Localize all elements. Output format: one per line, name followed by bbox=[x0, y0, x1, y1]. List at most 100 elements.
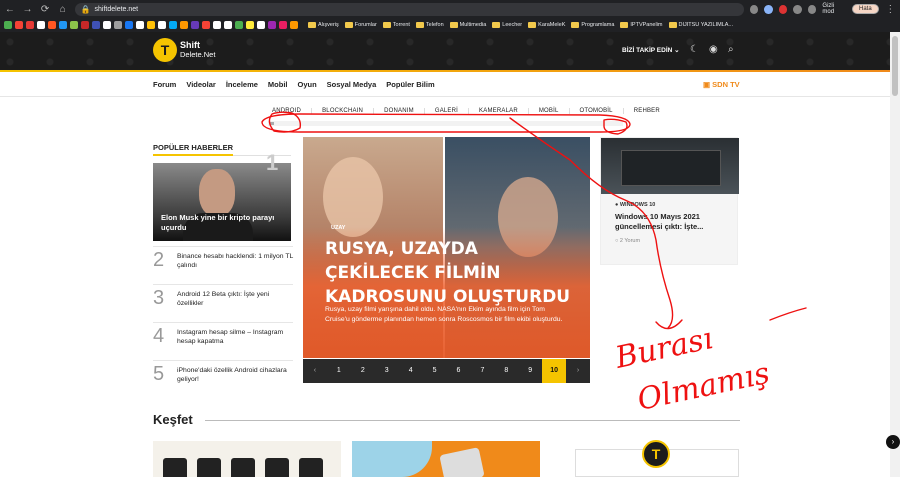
user-icon[interactable]: ◉ bbox=[709, 44, 718, 55]
bookmark-folder[interactable]: Programlama bbox=[571, 22, 614, 28]
bookmark-favicon-icon[interactable] bbox=[103, 21, 111, 29]
bookmark-favicon-icon[interactable] bbox=[224, 21, 232, 29]
eye-off-icon[interactable] bbox=[749, 4, 759, 14]
popular-item[interactable]: 2 Binance hesabı hacklendi: 1 milyon TL ç… bbox=[153, 246, 293, 278]
bookmark-favicon-icon[interactable] bbox=[4, 21, 12, 29]
page-button[interactable]: 9 bbox=[518, 359, 542, 383]
bookmark-favicon-icon[interactable] bbox=[180, 21, 188, 29]
subnav-item[interactable]: BLOCKCHAIN bbox=[312, 108, 375, 114]
bookmark-favicon-icon[interactable] bbox=[114, 21, 122, 29]
subnav-item[interactable]: KAMERALAR bbox=[469, 108, 529, 114]
page-scrollbar-thumb[interactable] bbox=[892, 36, 898, 96]
floating-action-button[interactable]: › bbox=[886, 435, 900, 449]
main-nav-item[interactable]: Mobil bbox=[268, 80, 288, 89]
bookmark-folder[interactable]: KaraMeleK bbox=[528, 22, 565, 28]
bookmark-folder[interactable]: DIJITSU YAZILIMLA... bbox=[668, 22, 733, 28]
bookmark-favicon-icon[interactable] bbox=[279, 21, 287, 29]
bookmark-favicon-icon[interactable] bbox=[81, 21, 89, 29]
discover-card-keyboard[interactable] bbox=[352, 441, 540, 477]
dark-mode-icon[interactable]: ☾ bbox=[690, 44, 699, 55]
home-icon[interactable]: ⌂ bbox=[57, 4, 69, 15]
main-nav-item[interactable]: Sosyal Medya bbox=[327, 80, 377, 89]
bookmark-folder[interactable]: IPTVPanelim bbox=[620, 22, 663, 28]
bookmark-favicon-icon[interactable] bbox=[147, 21, 155, 29]
bookmark-favicon-icon[interactable] bbox=[235, 21, 243, 29]
site-logo[interactable]: T Shift Delete.Net bbox=[153, 38, 215, 62]
bookmark-favicon-icon[interactable] bbox=[268, 21, 276, 29]
page-button[interactable]: 1 bbox=[327, 359, 351, 383]
forward-icon[interactable]: → bbox=[22, 4, 34, 15]
bookmark-favicon-icon[interactable] bbox=[48, 21, 56, 29]
subnav-item[interactable]: GALERİ bbox=[425, 108, 470, 114]
search-icon[interactable]: ⌕ bbox=[728, 44, 734, 55]
bookmark-favicon-icon[interactable] bbox=[213, 21, 221, 29]
page-scrollbar[interactable] bbox=[890, 32, 900, 477]
page-button[interactable]: 10 bbox=[542, 359, 567, 383]
bookmark-folder[interactable]: Multimedia bbox=[449, 22, 486, 28]
page-button[interactable]: 4 bbox=[399, 359, 423, 383]
bookmark-favicon-icon[interactable] bbox=[191, 21, 199, 29]
feature-title[interactable]: Elon Musk yine bir kripto parayı uçurdu bbox=[161, 213, 286, 233]
main-nav-item[interactable]: Forum bbox=[153, 80, 176, 89]
side-article-title[interactable]: Windows 10 Mayıs 2021 güncellemesi çıktı… bbox=[615, 212, 733, 232]
subnav-item[interactable]: REHBER bbox=[624, 108, 670, 114]
side-article-card[interactable]: ● WINDOWS 10 Windows 10 Mayıs 2021 günce… bbox=[600, 137, 739, 265]
subnav-item[interactable]: DONANIM bbox=[374, 108, 425, 114]
error-badge-button[interactable]: Hata bbox=[852, 4, 879, 14]
comment-count[interactable]: ○ 2 Yorum bbox=[615, 238, 640, 244]
side-article-tag[interactable]: ● WINDOWS 10 bbox=[615, 202, 655, 208]
bookmark-favicon-icon[interactable] bbox=[70, 21, 78, 29]
bookmark-favicon-icon[interactable] bbox=[158, 21, 166, 29]
bookmark-favicon-icon[interactable] bbox=[92, 21, 100, 29]
bookmark-favicon-icon[interactable] bbox=[37, 21, 45, 29]
bookmark-folder[interactable]: Leecher bbox=[492, 22, 522, 28]
slide-category-tag[interactable]: UZAY bbox=[331, 225, 345, 231]
popular-item-title[interactable]: iPhone'daki özellik Android cihazlara ge… bbox=[177, 366, 293, 384]
bookmark-favicon-icon[interactable] bbox=[59, 21, 67, 29]
address-bar[interactable]: 🔒 shiftdelete.net bbox=[74, 2, 744, 16]
popular-item[interactable]: 4 Instagram hesap silme – Instagram hesap… bbox=[153, 322, 293, 354]
page-button[interactable]: 2 bbox=[351, 359, 375, 383]
subnav-item[interactable]: OTOMOBİL bbox=[570, 108, 624, 114]
main-nav-item[interactable]: Oyun bbox=[298, 80, 317, 89]
popular-item[interactable]: 5 iPhone'daki özellik Android cihazlara g… bbox=[153, 360, 293, 392]
extension-icon[interactable] bbox=[778, 4, 788, 14]
page-button[interactable]: 3 bbox=[375, 359, 399, 383]
sdn-tv-link[interactable]: ▣ SDN TV bbox=[703, 80, 740, 89]
main-nav-item[interactable]: Videolar bbox=[186, 80, 215, 89]
bookmark-favicon-icon[interactable] bbox=[26, 21, 34, 29]
bookmark-folder[interactable]: Telefon bbox=[415, 22, 444, 28]
next-page-button[interactable]: › bbox=[566, 359, 590, 383]
follow-us-dropdown[interactable]: BİZİ TAKİP EDİN ⌄ bbox=[622, 46, 680, 54]
prev-page-button[interactable]: ‹ bbox=[303, 359, 327, 383]
main-nav-item[interactable]: İnceleme bbox=[226, 80, 258, 89]
subnav-item[interactable]: ANDROID bbox=[262, 108, 313, 114]
menu-icon[interactable]: ⋮ bbox=[885, 4, 896, 15]
subnav-scroll-track[interactable] bbox=[268, 121, 623, 126]
star-icon[interactable] bbox=[764, 4, 773, 14]
bookmark-favicon-icon[interactable] bbox=[257, 21, 265, 29]
page-button[interactable]: 8 bbox=[494, 359, 518, 383]
popular-item-title[interactable]: Binance hesabı hacklendi: 1 milyon TL ça… bbox=[177, 252, 293, 270]
main-nav-item[interactable]: Popüler Bilim bbox=[386, 80, 434, 89]
popular-item[interactable]: 3 Android 12 Beta çıktı: İşte yeni özelli… bbox=[153, 284, 293, 316]
bookmark-favicon-icon[interactable] bbox=[169, 21, 177, 29]
bookmark-favicon-icon[interactable] bbox=[15, 21, 23, 29]
back-icon[interactable]: ← bbox=[4, 4, 16, 15]
bookmark-favicon-icon[interactable] bbox=[125, 21, 133, 29]
discover-card-phones[interactable] bbox=[153, 441, 341, 477]
bookmark-favicon-icon[interactable] bbox=[246, 21, 254, 29]
subnav-scroll-thumb[interactable] bbox=[270, 122, 274, 125]
bookmark-folder[interactable]: Alışveriş bbox=[308, 22, 339, 28]
bookmark-favicon-icon[interactable] bbox=[136, 21, 144, 29]
bookmark-favicon-icon[interactable] bbox=[290, 21, 298, 29]
puzzle-icon[interactable] bbox=[793, 4, 802, 14]
bookmark-folder[interactable]: Torrent bbox=[382, 22, 410, 28]
page-button[interactable]: 6 bbox=[447, 359, 471, 383]
popular-item-title[interactable]: Android 12 Beta çıktı: İşte yeni özellik… bbox=[177, 290, 293, 308]
reload-icon[interactable]: ⟳ bbox=[39, 4, 51, 15]
headline-slider[interactable]: UZAY RUSYA, UZAYDA ÇEKİLECEK FİLMİN KADR… bbox=[303, 137, 590, 358]
slide-title[interactable]: RUSYA, UZAYDA ÇEKİLECEK FİLMİN KADROSUNU… bbox=[325, 237, 580, 309]
page-button[interactable]: 5 bbox=[423, 359, 447, 383]
popular-item-title[interactable]: Instagram hesap silme – Instagram hesap … bbox=[177, 328, 293, 346]
